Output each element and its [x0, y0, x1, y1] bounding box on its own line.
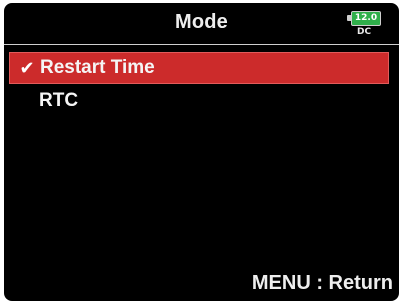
menu-list: ✔ Restart Time RTC	[9, 52, 389, 118]
battery-indicator: 12.0 DC	[347, 11, 387, 43]
header-divider	[4, 44, 399, 45]
menu-return-hint: MENU : Return	[251, 272, 393, 294]
menu-item-label: RTC	[39, 90, 79, 111]
battery-voltage: 12.0	[354, 13, 378, 23]
menu-item-rtc[interactable]: RTC	[9, 85, 389, 117]
menu-item-label: Restart Time	[40, 57, 155, 78]
header-bar: Mode 12.0 DC	[4, 3, 399, 45]
screen-title: Mode	[174, 11, 229, 33]
menu-item-restart-time[interactable]: ✔ Restart Time	[9, 52, 389, 84]
battery-icon: 12.0	[351, 11, 381, 26]
device-screen: Mode 12.0 DC ✔ Restart Time RTC MENU : R…	[4, 3, 399, 301]
power-source-label: DC	[357, 27, 372, 37]
check-icon: ✔	[19, 57, 35, 78]
